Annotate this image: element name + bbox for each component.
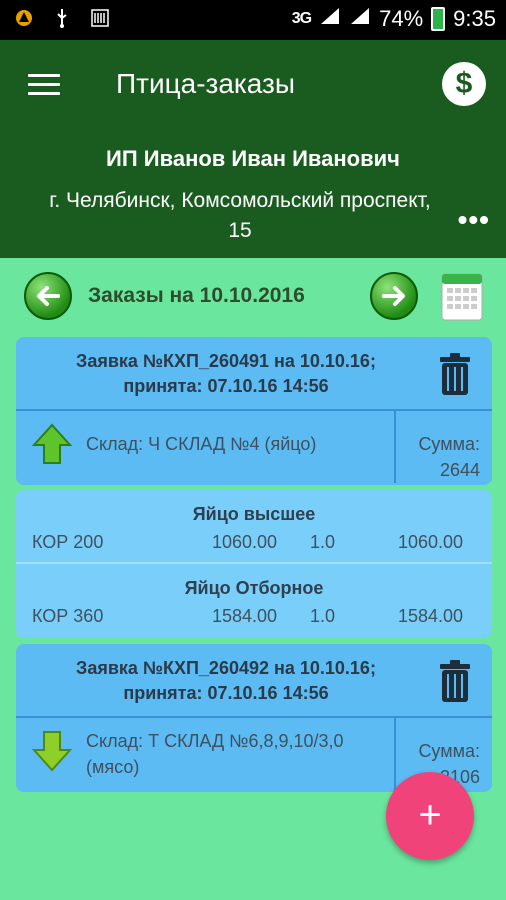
previous-date-button[interactable]	[24, 272, 72, 320]
menu-icon[interactable]	[28, 74, 60, 96]
order-body: Склад: Ч СКЛАД №4 (яйцо) Сумма: 2644	[16, 411, 492, 483]
date-label: Заказы на 10.10.2016	[88, 284, 305, 307]
app-title: Птица-заказы	[116, 68, 296, 99]
order-title: Заявка №КХП_260491 на 10.10.16;	[76, 351, 376, 371]
next-date-button[interactable]	[370, 272, 418, 320]
trash-icon[interactable]	[438, 660, 472, 704]
store-label: Склад: Ч СКЛАД №4 (яйцо)	[86, 434, 317, 454]
list-item[interactable]: Яйцо Отборное КОР 360 1584.00 1.0 1584.0…	[16, 562, 492, 634]
divider	[394, 411, 396, 483]
store-label: Склад: Т СКЛАД №6,8,9,10/3,0 (мясо)	[86, 731, 344, 777]
order-header: Заявка №КХП_260491 на 10.10.16; принята:…	[16, 337, 492, 411]
order-title: Заявка №КХП_260492 на 10.10.16;	[76, 658, 376, 678]
battery-icon	[431, 7, 446, 31]
item-name: Яйцо Отборное	[184, 578, 324, 598]
battery-percent: 74%	[379, 6, 424, 31]
clock: 9:35	[453, 6, 496, 31]
sum-label: Сумма:	[418, 434, 480, 454]
calendar-icon[interactable]	[440, 270, 484, 322]
sum-value: 2644	[439, 460, 480, 480]
dollar-icon[interactable]: $	[442, 62, 486, 106]
more-options-icon[interactable]: •••	[458, 204, 490, 236]
order-header: Заявка №КХП_260492 на 10.10.16; принята:…	[16, 644, 492, 718]
item-qty: 1.0	[310, 606, 336, 626]
item-price: 1584.00	[212, 606, 278, 626]
sum-label: Сумма:	[418, 741, 480, 761]
app-bar: Птица-заказы $ ИП Иванов Иван Иванович г…	[0, 40, 506, 258]
item-total: 1584.00	[398, 606, 464, 626]
order-accepted: принята: 07.10.16 14:56	[123, 683, 329, 703]
item-qty: 1.0	[310, 532, 336, 552]
item-code: КОР 200	[32, 532, 104, 552]
trash-icon[interactable]	[438, 353, 472, 397]
client-name: ИП Иванов Иван Иванович	[106, 146, 400, 171]
usb-icon	[52, 8, 72, 28]
order-accepted: принята: 07.10.16 14:56	[123, 376, 329, 396]
notification-icon	[14, 8, 34, 28]
signal-icon	[319, 6, 341, 32]
date-navigation: Заказы на 10.10.2016	[0, 268, 506, 328]
item-name: Яйцо высшее	[192, 504, 316, 524]
order-card[interactable]: Заявка №КХП_260491 на 10.10.16; принята:…	[16, 337, 492, 485]
signal-icon-2	[349, 6, 371, 32]
client-address: г. Челябинск, Комсомольский проспект, 15	[49, 189, 431, 242]
barcode-icon	[90, 8, 110, 28]
network-indicator: 3G	[291, 10, 312, 27]
divider	[394, 718, 396, 790]
item-total: 1060.00	[398, 532, 464, 552]
item-code: КОР 360	[32, 606, 104, 626]
order-items: Яйцо высшее КОР 200 1060.00 1.0 1060.00 …	[16, 490, 492, 638]
arrow-down-icon	[31, 730, 73, 772]
arrow-up-icon	[31, 423, 73, 465]
item-price: 1060.00	[212, 532, 278, 552]
add-order-button[interactable]: +	[386, 772, 474, 860]
status-bar: 3G 74% 9:35	[0, 0, 506, 40]
list-item[interactable]: Яйцо высшее КОР 200 1060.00 1.0 1060.00	[16, 490, 492, 562]
order-card[interactable]: Заявка №КХП_260492 на 10.10.16; принята:…	[16, 644, 492, 792]
